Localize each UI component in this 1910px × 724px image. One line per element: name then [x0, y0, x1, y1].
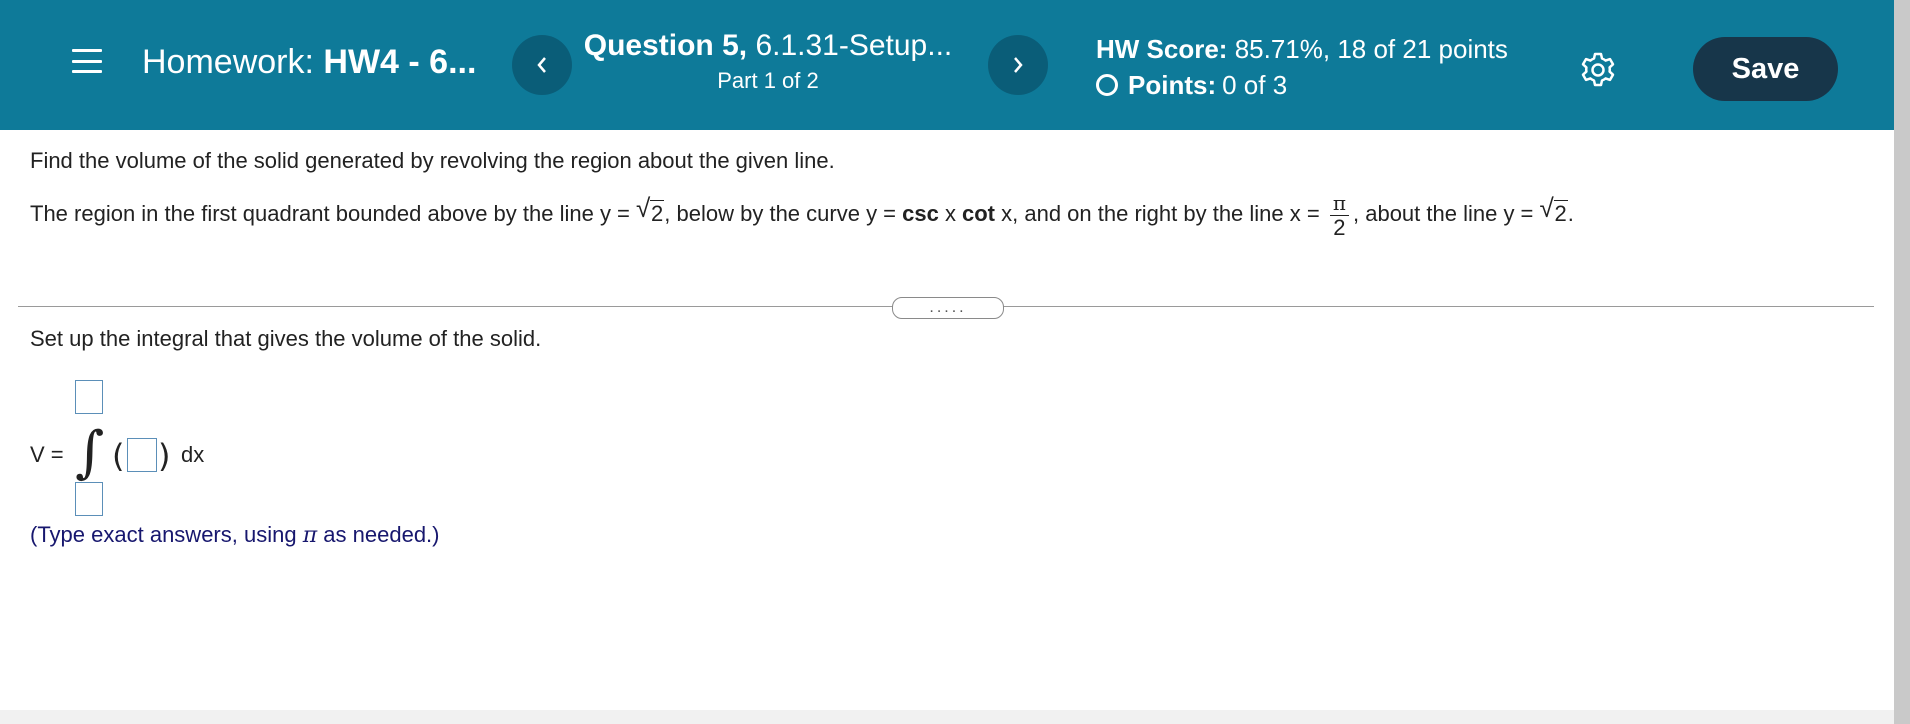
- points-label: Points:: [1128, 70, 1217, 100]
- hamburger-menu-icon[interactable]: [72, 49, 102, 73]
- region-text-2: , below by the curve y =: [664, 201, 897, 226]
- upper-limit-input[interactable]: [75, 380, 103, 414]
- chevron-left-icon: [537, 57, 546, 73]
- points-status-circle-icon: [1096, 74, 1118, 96]
- volume-label: V =: [30, 442, 64, 467]
- sqrt-expression-2: √ 2: [1539, 193, 1568, 226]
- save-button[interactable]: Save: [1693, 37, 1838, 101]
- close-paren: ): [158, 437, 171, 475]
- top-bar: Homework: HW4 - 6... Question 5, 6.1.31-…: [0, 0, 1894, 130]
- open-paren: (: [112, 437, 125, 475]
- next-question-button[interactable]: [988, 35, 1048, 95]
- cot-function: cot: [962, 201, 995, 226]
- question-label: Question 5,: [583, 29, 748, 62]
- bottom-edge: [0, 710, 1894, 724]
- hw-score: HW Score: 85.71%, 18 of 21 points: [1096, 33, 1508, 65]
- hw-score-value: 85.71%, 18 of 21 points: [1234, 34, 1508, 64]
- homework-title: Homework: HW4 - 6...: [142, 42, 476, 82]
- integrand-input[interactable]: [127, 438, 157, 472]
- fraction-denominator: 2: [1333, 214, 1346, 240]
- sqrt-argument-2: 2: [1553, 200, 1568, 226]
- fraction-numerator: π: [1329, 191, 1349, 216]
- csc-function: csc: [902, 201, 939, 226]
- integral-symbol: ∫: [75, 420, 105, 485]
- previous-question-button[interactable]: [512, 35, 572, 95]
- hint-prefix: (Type exact answers, using: [30, 522, 297, 547]
- homework-prefix: Homework:: [142, 43, 314, 81]
- problem-region-description: The region in the first quadrant bounded…: [30, 182, 1574, 246]
- sqrt-expression: √ 2: [636, 193, 665, 226]
- chevron-right-icon: [1014, 57, 1023, 73]
- question-id: 6.1.31-Setup...: [755, 29, 953, 62]
- problem-instruction: Find the volume of the solid generated b…: [30, 148, 835, 173]
- period: .: [1567, 201, 1574, 226]
- answer-hint: (Type exact answers, using π as needed.): [30, 522, 440, 548]
- region-text-4: , about the line y =: [1353, 201, 1534, 226]
- hint-pi: π: [302, 523, 318, 548]
- points-value: 0 of 3: [1222, 70, 1288, 100]
- region-text-3: x, and on the right by the line x =: [1001, 201, 1320, 226]
- sqrt-argument: 2: [650, 200, 665, 226]
- setup-instruction: Set up the integral that gives the volum…: [30, 326, 542, 351]
- region-text-1: The region in the first quadrant bounded…: [30, 201, 630, 226]
- question-points: Points: 0 of 3: [1096, 69, 1287, 101]
- hint-suffix: as needed.): [323, 522, 440, 547]
- window-edge: [1894, 0, 1910, 724]
- question-part: Part 1 of 2: [717, 68, 819, 93]
- divider-handle[interactable]: .....: [892, 297, 1004, 319]
- hw-score-label: HW Score:: [1096, 34, 1228, 64]
- gear-icon[interactable]: [1580, 52, 1616, 88]
- dx-label: dx: [181, 442, 205, 467]
- lower-limit-input[interactable]: [75, 482, 103, 516]
- pi-over-two-fraction: π 2: [1329, 191, 1349, 240]
- homework-name[interactable]: HW4 - 6...: [323, 43, 476, 81]
- question-title: Question 5, 6.1.31-Setup...: [568, 28, 968, 64]
- variable-x: x: [945, 201, 956, 226]
